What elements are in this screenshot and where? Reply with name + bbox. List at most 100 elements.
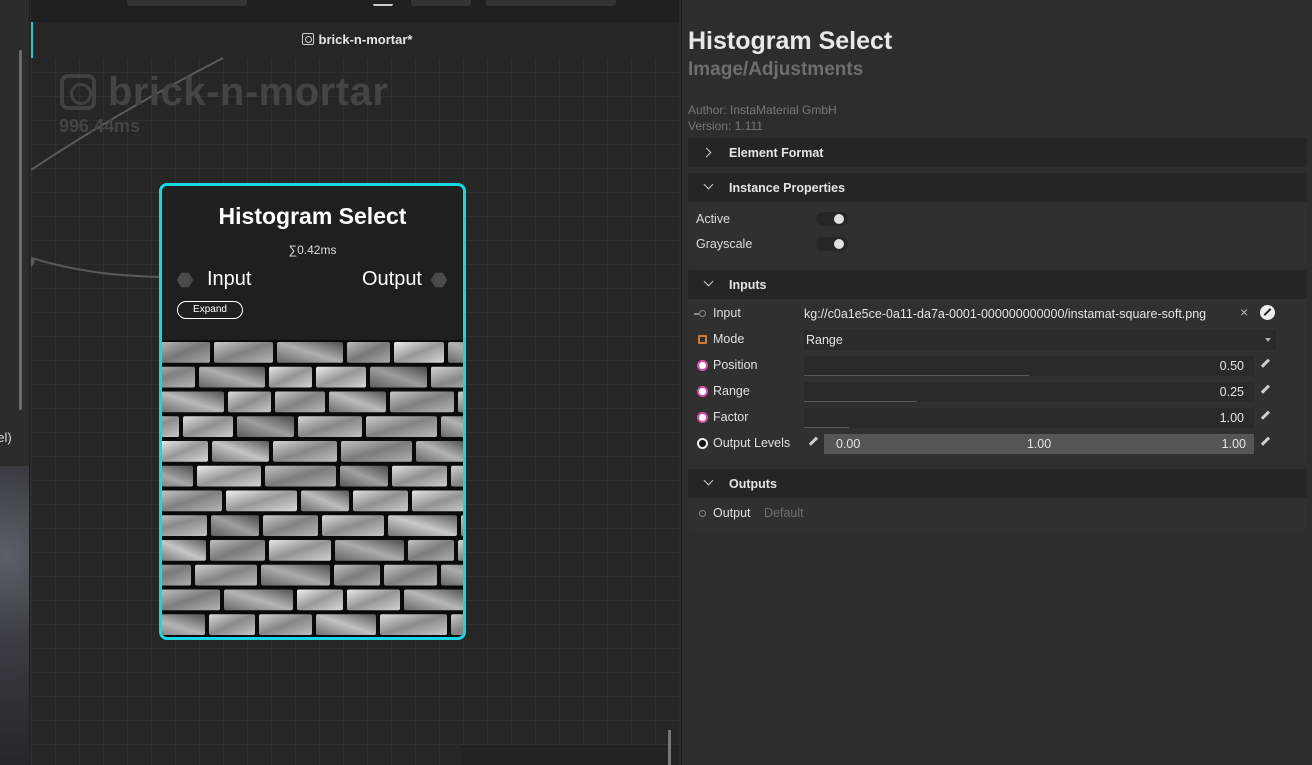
left-panel-label: nel) bbox=[0, 430, 12, 445]
grayscale-label: Grayscale bbox=[696, 237, 753, 251]
input-row: Input kg://c0a1e5ce-0a11-da7a-0001-00000… bbox=[688, 302, 1307, 326]
active-toggle[interactable] bbox=[816, 212, 848, 226]
brick bbox=[183, 416, 233, 437]
left-scrollbar[interactable] bbox=[19, 50, 22, 410]
brick bbox=[416, 441, 463, 462]
brick bbox=[211, 515, 259, 536]
position-value: 0.50 bbox=[1219, 359, 1244, 373]
connection-icon bbox=[694, 310, 706, 317]
brick bbox=[210, 540, 265, 561]
brick bbox=[412, 490, 463, 512]
brick bbox=[461, 515, 463, 536]
brick bbox=[384, 564, 437, 586]
histogram-select-node[interactable]: Histogram Select ∑0.42ms Input Output Ex… bbox=[159, 183, 466, 640]
position-row: Position 0.50 bbox=[688, 354, 1307, 378]
mode-type-icon bbox=[698, 335, 707, 344]
brick bbox=[394, 342, 444, 363]
brick bbox=[347, 342, 390, 363]
brick bbox=[228, 391, 271, 413]
graph-vertical-scrollbar[interactable] bbox=[668, 730, 671, 765]
section-header-inputs[interactable]: Inputs bbox=[688, 270, 1307, 299]
node-output-label: Output bbox=[361, 268, 422, 290]
brick bbox=[162, 391, 224, 413]
node-input-label: Input bbox=[207, 268, 252, 290]
node-expand-button[interactable]: Expand bbox=[177, 301, 243, 319]
graph-watermark-title: brick-n-mortar bbox=[108, 70, 389, 114]
float-type-icon bbox=[697, 412, 708, 423]
brick bbox=[297, 589, 343, 611]
brick bbox=[259, 614, 312, 635]
section-header-element-format[interactable]: Element Format bbox=[688, 138, 1307, 167]
mode-row: Mode Range bbox=[688, 328, 1307, 352]
output-levels-mid-value: 1.00 bbox=[1026, 437, 1052, 451]
brick bbox=[212, 441, 269, 462]
link-icon[interactable] bbox=[1260, 305, 1275, 320]
pencil-icon[interactable] bbox=[1260, 437, 1270, 447]
panel-version: Version: 1.111 bbox=[688, 119, 763, 133]
brick bbox=[226, 490, 297, 512]
pencil-icon[interactable] bbox=[1260, 411, 1270, 421]
chevron-down-icon bbox=[703, 475, 714, 486]
input-path-field[interactable]: kg://c0a1e5ce-0a11-da7a-0001-00000000000… bbox=[804, 304, 1234, 324]
range-label: Range bbox=[713, 384, 750, 398]
brick bbox=[261, 564, 330, 586]
range-slider[interactable]: 0.25 bbox=[804, 382, 1254, 402]
brick bbox=[162, 564, 191, 586]
toggle-knob bbox=[834, 214, 844, 224]
input-label: Input bbox=[713, 306, 741, 320]
brick bbox=[322, 515, 384, 536]
vector-type-icon bbox=[697, 438, 708, 449]
brick bbox=[214, 342, 273, 363]
brick bbox=[162, 515, 207, 536]
left-preview-image bbox=[0, 466, 29, 765]
instamat-logo-icon bbox=[60, 74, 96, 110]
output-port-icon bbox=[699, 510, 706, 517]
pencil-icon[interactable] bbox=[1260, 385, 1270, 395]
brick bbox=[275, 391, 325, 413]
output-label: Output bbox=[713, 506, 751, 520]
position-slider[interactable]: 0.50 bbox=[804, 356, 1254, 376]
chevron-down-icon bbox=[703, 179, 714, 190]
mode-value: Range bbox=[806, 333, 843, 347]
factor-slider-fill bbox=[804, 427, 849, 428]
pencil-icon[interactable] bbox=[1260, 359, 1270, 369]
node-graph-canvas[interactable]: brick-n-mortar* brick-n-mortar 996.44ms … bbox=[31, 0, 679, 765]
brick bbox=[380, 614, 447, 635]
toggle-knob bbox=[834, 239, 844, 249]
brick bbox=[269, 540, 331, 561]
brick bbox=[162, 441, 208, 462]
grayscale-toggle[interactable] bbox=[816, 237, 848, 251]
section-header-outputs[interactable]: Outputs bbox=[688, 469, 1307, 498]
node-output-port[interactable] bbox=[431, 272, 447, 288]
range-row: Range 0.25 bbox=[688, 380, 1307, 404]
brick bbox=[199, 366, 265, 388]
output-levels-row: Output Levels 0.00 1.00 1.00 bbox=[688, 432, 1307, 456]
node-input-port[interactable] bbox=[177, 272, 193, 288]
brick bbox=[269, 366, 312, 388]
section-header-instance-properties[interactable]: Instance Properties bbox=[688, 173, 1307, 202]
panel-title: Histogram Select bbox=[688, 27, 893, 55]
brick bbox=[263, 515, 318, 536]
brick bbox=[441, 416, 463, 437]
chevron-down-icon bbox=[1265, 338, 1271, 342]
brick bbox=[392, 465, 447, 487]
properties-panel: Histogram Select Image/Adjustments Autho… bbox=[681, 0, 1312, 765]
active-label: Active bbox=[696, 212, 731, 226]
output-levels-range-slider[interactable]: 0.00 1.00 1.00 bbox=[824, 434, 1254, 454]
brick bbox=[431, 366, 463, 388]
clear-icon[interactable]: × bbox=[1240, 304, 1248, 320]
section-label: Inputs bbox=[729, 278, 767, 292]
pencil-icon[interactable] bbox=[808, 437, 818, 447]
brick bbox=[458, 391, 463, 413]
brick bbox=[366, 416, 437, 437]
brick bbox=[162, 465, 193, 487]
brick bbox=[162, 589, 220, 611]
brick bbox=[197, 465, 261, 487]
brick bbox=[224, 589, 293, 611]
chevron-right-icon bbox=[701, 147, 712, 158]
position-label: Position bbox=[713, 358, 758, 372]
graph-bottom-bar bbox=[461, 746, 679, 765]
mode-select[interactable]: Range bbox=[804, 330, 1276, 350]
factor-slider[interactable]: 1.00 bbox=[804, 408, 1254, 428]
brick bbox=[195, 564, 257, 586]
